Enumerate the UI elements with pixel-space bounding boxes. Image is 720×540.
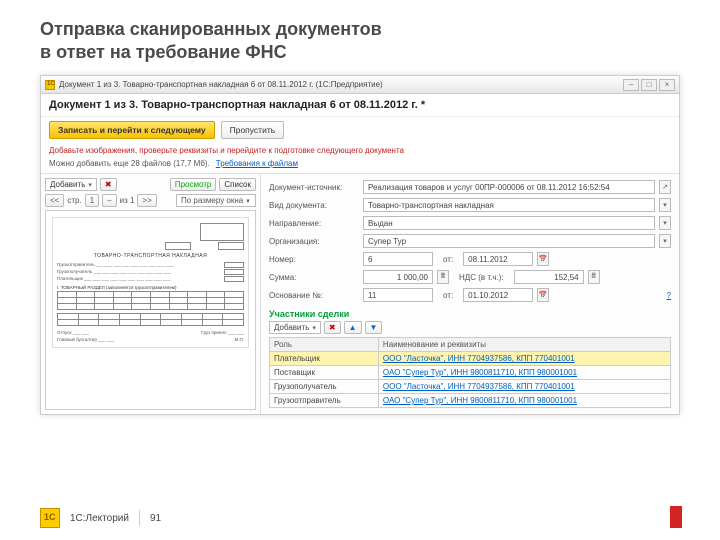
preview-mode-button[interactable]: Просмотр xyxy=(170,178,217,191)
input-number[interactable]: 6 xyxy=(363,252,433,266)
window-title: Документ 1 из 3. Товарно-транспортная на… xyxy=(59,80,383,89)
slide-accent-bar xyxy=(670,506,682,528)
input-date[interactable]: 08.11.2012 xyxy=(463,252,533,266)
table-row[interactable]: ГрузополучательООО "Ласточка", ИНН 77049… xyxy=(270,380,671,394)
help-link[interactable]: ? xyxy=(667,291,671,300)
input-direction[interactable]: Выдан xyxy=(363,216,655,230)
basis-date-picker-button[interactable]: 📅 xyxy=(537,288,549,302)
parties-section-header: Участники сделки xyxy=(269,304,671,321)
form-pane: Документ-источник: Реализация товаров и … xyxy=(261,174,679,414)
table-row[interactable]: ПоставщикОАО "Супер Тур", ИНН 9800811710… xyxy=(270,366,671,380)
input-doctype[interactable]: Товарно-транспортная накладная xyxy=(363,198,655,212)
col-role: Роль xyxy=(270,338,379,352)
page-of: из 1 xyxy=(120,196,135,205)
org-dropdown-button[interactable]: ▾ xyxy=(659,234,671,248)
brand-logo-icon xyxy=(40,508,60,528)
add-party-button[interactable]: Добавить xyxy=(269,321,321,334)
label-vat: НДС (в т.ч.): xyxy=(453,273,510,282)
file-requirements-link[interactable]: Требования к файлам xyxy=(216,159,298,168)
move-party-up-button[interactable]: ▲ xyxy=(344,321,362,334)
list-mode-button[interactable]: Список xyxy=(219,178,256,191)
window-close-button[interactable]: × xyxy=(659,79,675,91)
page-current[interactable]: 1 xyxy=(85,194,99,207)
input-basis[interactable]: 11 xyxy=(363,288,433,302)
page-number: 91 xyxy=(150,513,161,524)
window-max-button[interactable]: □ xyxy=(641,79,657,91)
files-remaining: Можно добавить еще 28 файлов (17,7 Мб). xyxy=(49,159,210,168)
skip-button[interactable]: Пропустить xyxy=(221,121,285,139)
label-number: Номер: xyxy=(269,255,359,264)
label-source: Документ-источник: xyxy=(269,183,359,192)
left-pane: Добавить ✖ Просмотр Список << стр. 1 – и… xyxy=(41,174,261,414)
table-row[interactable]: ПлательщикООО "Ласточка", ИНН 7704937586… xyxy=(270,352,671,366)
sum-calc-button[interactable]: 🖩 xyxy=(437,270,449,284)
save-next-button[interactable]: Записать и перейти к следующему xyxy=(49,121,215,139)
label-doctype: Вид документа: xyxy=(269,201,359,210)
input-org[interactable]: Супер Тур xyxy=(363,234,655,248)
zoom-select[interactable]: По размеру окна xyxy=(176,194,256,207)
page-total-button[interactable]: – xyxy=(102,194,116,207)
parties-table: РольНаименование и реквизиты ПлательщикО… xyxy=(269,337,671,408)
date-picker-button[interactable]: 📅 xyxy=(537,252,549,266)
page-first-button[interactable]: << xyxy=(45,194,64,207)
slide-title: Отправка сканированных документов в отве… xyxy=(0,0,720,75)
doctype-dropdown-button[interactable]: ▾ xyxy=(659,198,671,212)
delete-image-button[interactable]: ✖ xyxy=(100,178,117,191)
page-label: стр. xyxy=(67,196,81,205)
open-source-button[interactable]: ↗ xyxy=(659,180,671,194)
input-vat[interactable]: 152,54 xyxy=(514,270,584,284)
brand-name: 1С:Лекторий xyxy=(70,513,129,524)
label-org: Организация: xyxy=(269,237,359,246)
document-preview[interactable]: ТОВАРНО-ТРАНСПОРТНАЯ НАКЛАДНАЯ Грузоотпр… xyxy=(45,210,256,410)
hint-text: Добавьте изображения, проверьте реквизит… xyxy=(41,143,679,156)
app-window: Документ 1 из 3. Товарно-транспортная на… xyxy=(40,75,680,415)
document-title: Документ 1 из 3. Товарно-транспортная на… xyxy=(41,94,679,117)
col-details: Наименование и реквизиты xyxy=(378,338,670,352)
input-source[interactable]: Реализация товаров и услуг 00ПР-000006 о… xyxy=(363,180,655,194)
input-sum[interactable]: 1 000,00 xyxy=(363,270,433,284)
label-basis: Основание №: xyxy=(269,291,359,300)
direction-dropdown-button[interactable]: ▾ xyxy=(659,216,671,230)
delete-party-button[interactable]: ✖ xyxy=(324,321,341,334)
slide-footer: 1С:Лекторий 91 xyxy=(40,508,161,528)
table-row[interactable]: ГрузоотправительОАО "Супер Тур", ИНН 980… xyxy=(270,394,671,408)
action-toolbar: Записать и перейти к следующему Пропусти… xyxy=(41,117,679,143)
label-sum: Сумма: xyxy=(269,273,359,282)
subbar: Можно добавить еще 28 файлов (17,7 Мб). … xyxy=(41,156,679,174)
app-icon xyxy=(45,80,55,90)
label-date-from: от: xyxy=(437,255,459,264)
page-last-button[interactable]: >> xyxy=(137,194,156,207)
label-basis-date-from: от: xyxy=(437,291,459,300)
vat-calc-button[interactable]: 🖩 xyxy=(588,270,600,284)
input-basis-date[interactable]: 01.10.2012 xyxy=(463,288,533,302)
add-image-button[interactable]: Добавить xyxy=(45,178,97,191)
label-direction: Направление: xyxy=(269,219,359,228)
window-min-button[interactable]: – xyxy=(623,79,639,91)
move-party-down-button[interactable]: ▼ xyxy=(365,321,383,334)
window-titlebar: Документ 1 из 3. Товарно-транспортная на… xyxy=(41,76,679,94)
